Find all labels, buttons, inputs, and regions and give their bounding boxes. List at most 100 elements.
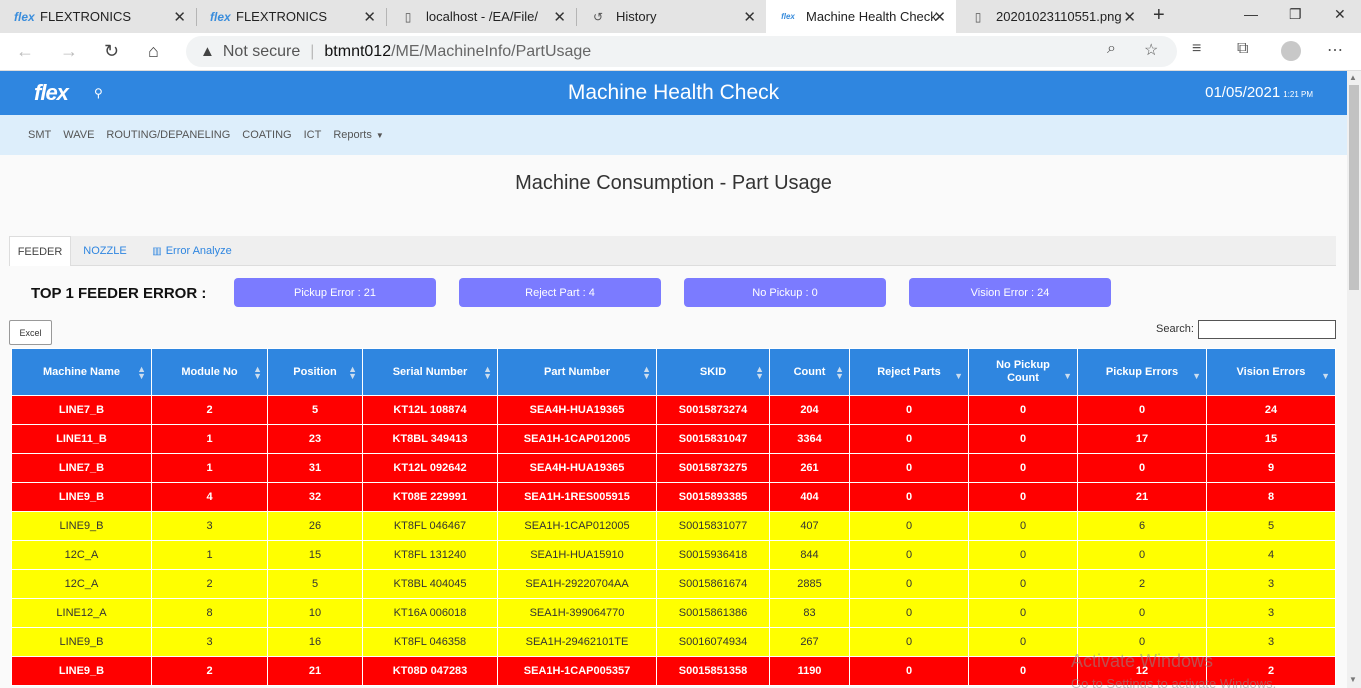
more-menu-icon[interactable]: ⋯ (1327, 40, 1343, 60)
column-header[interactable]: No Pickup Count ▼ (968, 348, 1078, 396)
table-cell: SEA4H-HUA19365 (497, 395, 657, 425)
main-menu: SMT WAVE ROUTING/DEPANELING COATING ICT … (0, 115, 1347, 155)
tab-nozzle[interactable]: NOZZLE (75, 236, 135, 266)
sort-icon[interactable]: ▲ ▼ (483, 365, 492, 381)
table-cell: LINE9_B (11, 627, 152, 657)
sort-icon[interactable]: ▲ ▼ (755, 365, 764, 381)
table-row[interactable]: 12C_A 1 15 KT8FL 131240 SEA1H-HUA15910 S00159… (11, 540, 1336, 570)
table-cell: 0 (849, 540, 969, 570)
table-cell: 26 (267, 511, 363, 541)
search-input[interactable] (1198, 320, 1336, 339)
menu-item-coating[interactable]: COATING (242, 129, 291, 141)
vertical-scrollbar[interactable]: ▲ ▼ (1347, 71, 1361, 688)
tab-error-analyze[interactable]: ▥ Error Analyze (147, 236, 237, 266)
url-divider: | (310, 42, 315, 60)
close-icon[interactable]: ✕ (363, 8, 376, 26)
table-cell: 0 (849, 569, 969, 599)
browser-tab-4[interactable]: ↺ History ✕ (576, 0, 766, 33)
flex-favicon-icon: flex (781, 12, 795, 21)
browser-tab-6[interactable]: ▯ 20201023110551.png ( ✕ (956, 0, 1146, 33)
current-time: 1:21 PM (1283, 90, 1313, 99)
table-cell: S0015936418 (656, 540, 770, 570)
no-pickup-button[interactable]: No Pickup : 0 (684, 278, 886, 307)
menu-item-smt[interactable]: SMT (28, 129, 51, 141)
close-icon[interactable]: ✕ (173, 8, 186, 26)
url-field[interactable]: ▲ Not secure | btmnt012/ME/MachineInfo/P… (186, 36, 1177, 67)
table-row[interactable]: LINE11_B 1 23 KT8BL 349413 SEA1H-1CAP012005 S… (11, 424, 1336, 454)
table-row[interactable]: LINE7_B 1 31 KT12L 092642 SEA4H-HUA19365 S001… (11, 453, 1336, 483)
sort-icon[interactable]: ▼ (1192, 366, 1201, 381)
close-icon[interactable]: ✕ (933, 8, 946, 26)
column-header[interactable]: Module No ▲ ▼ (151, 348, 268, 396)
collections-icon[interactable]: ⧉ (1237, 40, 1248, 58)
column-header[interactable]: Reject Parts ▼ (849, 348, 969, 396)
reject-part-button[interactable]: Reject Part : 4 (459, 278, 661, 307)
browser-tab-5[interactable]: flex Machine Health Check ✕ (766, 0, 956, 33)
tab-feeder[interactable]: FEEDER (9, 236, 71, 266)
sort-icon[interactable]: ▲ ▼ (835, 365, 844, 381)
table-cell: 0 (1077, 598, 1207, 628)
restore-icon[interactable]: ❐ (1289, 6, 1302, 23)
profile-avatar[interactable] (1281, 41, 1301, 61)
home-icon[interactable]: ⌂ (148, 41, 159, 62)
new-tab-icon[interactable]: + (1153, 4, 1165, 27)
column-header-label: Serial Number (392, 365, 468, 378)
table-cell: 0 (849, 656, 969, 686)
table-cell: 3364 (769, 424, 850, 454)
favorite-star-icon[interactable]: ☆ (1144, 40, 1158, 60)
part-usage-table: Machine Name ▲ ▼ Module No ▲ ▼ Position ▲ ▼ Seria… (11, 348, 1336, 686)
browser-tab-3[interactable]: ▯ localhost - /EA/File/ ✕ (386, 0, 576, 33)
sort-icon[interactable]: ▲ ▼ (137, 365, 146, 381)
sort-icon[interactable]: ▲ ▼ (642, 365, 651, 381)
table-cell: 0 (968, 627, 1078, 657)
menu-item-reports[interactable]: Reports ▼ (333, 129, 383, 141)
browser-tab-2[interactable]: flex FLEXTRONICS ✕ (196, 0, 386, 33)
back-icon[interactable]: ← (16, 41, 34, 62)
sort-icon[interactable]: ▼ (1321, 366, 1330, 381)
table-row[interactable]: LINE9_B 4 32 KT08E 229991 SEA1H-1RES005915 S0… (11, 482, 1336, 512)
column-header[interactable]: Pickup Errors ▼ (1077, 348, 1207, 396)
pickup-error-button[interactable]: Pickup Error : 21 (234, 278, 436, 307)
table-row[interactable]: LINE12_A 8 10 KT16A 006018 SEA1H-399064770 S0… (11, 598, 1336, 628)
favorites-list-icon[interactable]: ≡ (1192, 40, 1201, 58)
bar-chart-icon: ▥ (152, 245, 162, 257)
menu-item-ict[interactable]: ICT (304, 129, 322, 141)
vision-error-button[interactable]: Vision Error : 24 (909, 278, 1111, 307)
scrollbar-thumb[interactable] (1349, 85, 1359, 290)
browser-tab-1[interactable]: flex FLEXTRONICS ✕ (0, 0, 196, 33)
window-close-icon[interactable]: ✕ (1334, 6, 1346, 23)
menu-item-wave[interactable]: WAVE (63, 129, 94, 141)
table-cell: 1 (151, 453, 268, 483)
column-header[interactable]: Vision Errors ▼ (1206, 348, 1336, 396)
table-cell: 1 (151, 540, 268, 570)
close-icon[interactable]: ✕ (553, 8, 566, 26)
close-icon[interactable]: ✕ (1123, 8, 1136, 26)
column-header[interactable]: Count ▲ ▼ (769, 348, 850, 396)
table-row[interactable]: 12C_A 2 5 KT8BL 404045 SEA1H-29220704AA S0015… (11, 569, 1336, 599)
zoom-icon[interactable]: ⌕ (1107, 40, 1116, 58)
table-cell: 21 (1077, 482, 1207, 512)
table-row[interactable]: LINE9_B 3 26 KT8FL 046467 SEA1H-1CAP012005 S0… (11, 511, 1336, 541)
flex-favicon-icon: flex (210, 9, 231, 24)
sort-icon[interactable]: ▲ ▼ (348, 365, 357, 381)
table-row[interactable]: LINE7_B 2 5 KT12L 108874 SEA4H-HUA19365 S0015… (11, 395, 1336, 425)
scroll-down-icon[interactable]: ▼ (1349, 675, 1357, 684)
excel-export-button[interactable]: Excel (9, 320, 52, 345)
minimize-icon[interactable]: — (1244, 6, 1258, 22)
table-cell: 4 (151, 482, 268, 512)
sort-icon[interactable]: ▲ ▼ (253, 365, 262, 381)
close-icon[interactable]: ✕ (743, 8, 756, 26)
scroll-up-icon[interactable]: ▲ (1349, 73, 1357, 82)
refresh-icon[interactable]: ↻ (104, 41, 119, 62)
table-cell: SEA1H-HUA15910 (497, 540, 657, 570)
column-header-label: Count (793, 365, 826, 378)
forward-icon[interactable]: → (60, 41, 78, 62)
sort-icon[interactable]: ▼ (954, 366, 963, 381)
column-header[interactable]: SKID ▲ ▼ (656, 348, 770, 396)
sort-icon[interactable]: ▼ (1063, 366, 1072, 381)
column-header[interactable]: Machine Name ▲ ▼ (11, 348, 152, 396)
column-header[interactable]: Serial Number ▲ ▼ (362, 348, 498, 396)
menu-item-routing[interactable]: ROUTING/DEPANELING (106, 129, 230, 141)
column-header[interactable]: Part Number ▲ ▼ (497, 348, 657, 396)
column-header[interactable]: Position ▲ ▼ (267, 348, 363, 396)
